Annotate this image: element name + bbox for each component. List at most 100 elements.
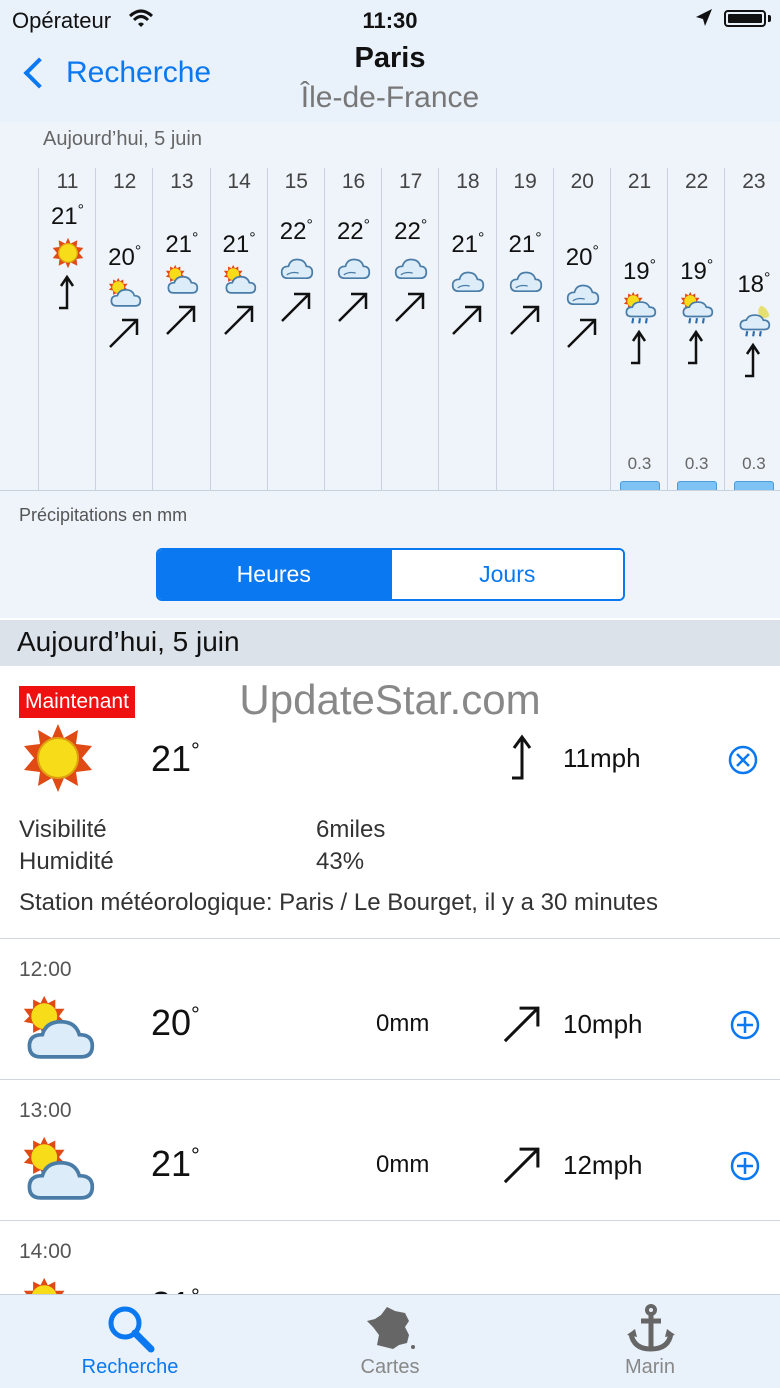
forecast-hour-13[interactable]: 13 21°: [153, 122, 210, 490]
forecast-hour-11[interactable]: 11 21°: [39, 122, 96, 490]
hours-days-segmented-control[interactable]: Heures Jours: [156, 548, 625, 601]
battery-icon: [724, 10, 766, 27]
wind-arrow-northeast-icon: [500, 1002, 544, 1051]
section-title: Aujourd’hui, 5 juin: [17, 626, 240, 657]
forecast-hour-19[interactable]: 19 21°: [497, 122, 554, 490]
tab-cartes[interactable]: Cartes: [260, 1295, 520, 1388]
weather-station-info: Station météorologique: Paris / Le Bourg…: [19, 889, 659, 916]
sun-rain-icon: [680, 291, 714, 325]
precip-bar: [677, 481, 718, 490]
row-time: 14:00: [19, 1240, 72, 1263]
cloud-icon: [394, 251, 428, 285]
sun-icon: [24, 724, 92, 792]
forecast-temp: 21°: [222, 230, 256, 258]
divider: [0, 1079, 780, 1080]
clock: 11:30: [362, 8, 418, 33]
forecast-hour-label: 12: [113, 170, 137, 193]
forecast-hour-14[interactable]: 14 21°: [211, 122, 268, 490]
forecast-temp: 19°: [622, 257, 657, 285]
wind-arrow-northeast-icon: [500, 1143, 544, 1192]
visibility-label: Visibilité: [19, 816, 107, 843]
wind-arrow-northeast-icon: [106, 315, 142, 351]
divider: [0, 1220, 780, 1221]
expand-circle-icon[interactable]: [729, 1150, 761, 1182]
row-temperature: 21°: [151, 1143, 200, 1184]
forecast-temp: 20°: [565, 243, 599, 271]
forecast-temp: 21°: [165, 230, 199, 258]
cloud-icon: [451, 264, 485, 298]
expand-circle-icon[interactable]: [729, 1009, 761, 1041]
tab-recherche[interactable]: Recherche: [0, 1295, 260, 1388]
status-bar: Opérateur 11:30: [0, 0, 780, 40]
wind-arrow-north-icon: [49, 274, 85, 310]
forecast-temp: 19°: [680, 257, 714, 285]
navigation-bar: Recherche Paris Île-de-France: [0, 40, 780, 123]
forecast-hour-23[interactable]: 23 18° 0.3: [725, 122, 780, 490]
wind-arrow-north-icon: [621, 329, 657, 365]
forecast-temp: 18°: [737, 270, 771, 298]
forecast-hour-16[interactable]: 16 22°: [325, 122, 382, 490]
now-badge: Maintenant: [19, 686, 135, 718]
humidity-value: 43%: [316, 848, 365, 875]
forecast-temp: 22°: [279, 217, 313, 245]
sun-cloud-icon: [22, 994, 96, 1073]
page-subtitle: Île-de-France: [300, 81, 480, 114]
forecast-hour-label: 11: [56, 170, 79, 193]
row-wind-speed: 12mph: [563, 1150, 643, 1180]
tab-label: Recherche: [81, 1356, 179, 1378]
location-arrow-icon: [696, 9, 712, 26]
search-icon: [108, 1306, 155, 1353]
wind-arrow-northeast-icon: [392, 289, 428, 325]
forecast-hour-17[interactable]: 17 22°: [382, 122, 439, 490]
tab-label: Marin: [624, 1356, 675, 1378]
section-header: Aujourd’hui, 5 juin: [0, 620, 780, 666]
precipitation-label: Précipitations en mm: [19, 505, 188, 525]
tab-marin[interactable]: Marin: [520, 1295, 780, 1388]
tab-label: Cartes: [360, 1356, 420, 1378]
moon-rain-icon: [737, 304, 771, 338]
row-precipitation: 0mm: [376, 1010, 430, 1037]
anchor-icon: [627, 1304, 675, 1352]
sun-rain-icon: [623, 291, 657, 325]
forecast-temp: 21°: [451, 230, 485, 258]
forecast-hour-15[interactable]: 15 22°: [268, 122, 325, 490]
forecast-hour-20[interactable]: 20 20°: [554, 122, 611, 490]
wind-arrow-northeast-icon: [507, 302, 543, 338]
forecast-temp: 22°: [336, 217, 371, 245]
segment-days[interactable]: Jours: [389, 550, 623, 599]
segment-hours[interactable]: Heures: [158, 550, 390, 599]
forecast-temp: 22°: [394, 217, 428, 245]
current-wind-speed: 11mph: [563, 743, 641, 773]
row-time: 12:00: [19, 958, 72, 981]
row-temperature: 20°: [151, 1002, 200, 1043]
wind-arrow-north-icon: [735, 342, 771, 378]
forecast-hour-12[interactable]: 12 20°: [96, 122, 153, 490]
france-map-icon: [367, 1307, 415, 1349]
wind-arrow-northeast-icon: [335, 289, 371, 325]
forecast-hour-22[interactable]: 22 19° 0.3: [668, 122, 725, 490]
forecast-temp: 21°: [508, 230, 542, 258]
forecast-hour-label: 14: [227, 170, 251, 193]
forecast-hour-label: 15: [284, 170, 308, 193]
forecast-hour-label: 16: [341, 170, 366, 193]
cloud-icon: [280, 251, 314, 285]
forecast-hour-label: 21: [627, 170, 652, 193]
forecast-temp: 21°: [50, 202, 85, 230]
forecast-hour-label: 17: [399, 170, 423, 193]
close-circle-icon[interactable]: [727, 744, 759, 776]
forecast-hour-label: 18: [456, 170, 480, 193]
divider: [0, 938, 780, 939]
visibility-value: 6miles: [316, 816, 386, 843]
wind-arrow-north-icon: [512, 734, 532, 780]
sun-cloud-icon: [165, 264, 199, 298]
wind-arrow-northeast-icon: [564, 315, 600, 351]
hourly-forecast-strip[interactable]: Aujourd’hui, 5 juin 11 21° 12 20° 13 21° 14 21°…: [0, 122, 780, 491]
humidity-label: Humidité: [19, 848, 114, 875]
forecast-precip: 0.3: [684, 454, 709, 473]
sun-cloud-icon: [22, 1135, 96, 1214]
forecast-hour-18[interactable]: 18 21°: [439, 122, 496, 490]
forecast-hour-21[interactable]: 21 19° 0.3: [611, 122, 668, 490]
forecast-hour-label: 20: [570, 170, 594, 193]
wind-arrow-northeast-icon: [278, 289, 314, 325]
battery-tip: [768, 15, 771, 22]
